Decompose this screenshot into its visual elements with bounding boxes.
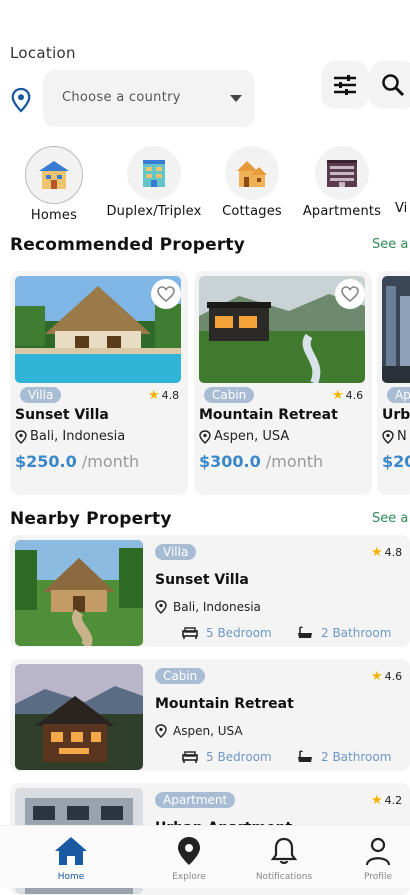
- location-pin-icon: [15, 429, 27, 444]
- rating: ★ 4.2: [371, 793, 403, 808]
- property-image: [382, 276, 410, 383]
- location-label: Location: [10, 44, 76, 62]
- heart-icon: [157, 286, 175, 302]
- bathtub-icon: [298, 750, 312, 762]
- category-label: Duplex/Triplex: [106, 204, 202, 219]
- recommended-card[interactable]: Ap Urb N $20: [377, 271, 410, 495]
- star-icon: ★: [371, 669, 383, 684]
- nearby-see-all-link[interactable]: See a: [372, 511, 408, 526]
- property-location: Aspen, USA: [199, 429, 289, 444]
- property-image: [15, 664, 143, 770]
- property-location: N: [382, 429, 407, 444]
- favorite-button[interactable]: [151, 279, 181, 309]
- nearby-card[interactable]: Villa ★ 4.8 Sunset Villa Bali, Indonesia …: [10, 535, 410, 647]
- property-location: Bali, Indonesia: [15, 429, 125, 444]
- star-icon: ★: [332, 388, 344, 403]
- location-pin-icon: [382, 429, 394, 444]
- nav-explore[interactable]: Explore: [154, 836, 224, 882]
- search-icon: [382, 74, 405, 97]
- property-image: [15, 540, 143, 646]
- category-cottages[interactable]: Cottages: [202, 146, 302, 222]
- person-icon: [365, 837, 391, 866]
- building-icon: [143, 160, 165, 187]
- category-apartments[interactable]: Apartments: [292, 146, 392, 222]
- star-icon: ★: [371, 545, 383, 560]
- apartment-icon: [327, 160, 357, 187]
- favorite-button[interactable]: [335, 279, 365, 309]
- house-icon: [39, 161, 69, 189]
- category-label-partial[interactable]: Vi: [395, 201, 407, 216]
- nav-label: Notifications: [255, 872, 313, 882]
- nav-profile[interactable]: Profile: [343, 836, 410, 882]
- property-location: Bali, Indonesia: [155, 600, 261, 614]
- property-name: Urb: [382, 407, 410, 423]
- recommended-card[interactable]: Villa ★ 4.8 Sunset Villa Bali, Indonesia …: [10, 271, 188, 495]
- star-icon: ★: [148, 388, 160, 403]
- nav-label: Home: [57, 872, 85, 882]
- property-type-tag: Cabin: [204, 387, 255, 403]
- bedroom-count: 5 Bedroom: [182, 750, 272, 764]
- recommended-see-all-link[interactable]: See a: [372, 237, 408, 252]
- category-homes[interactable]: Homes: [4, 146, 104, 223]
- property-name: Mountain Retreat: [199, 407, 338, 423]
- property-type-tag: Cabin: [155, 668, 206, 684]
- sliders-icon: [334, 75, 356, 95]
- bell-icon: [270, 837, 298, 864]
- property-price: $20: [382, 452, 410, 471]
- nav-home[interactable]: Home: [36, 836, 106, 882]
- property-name: Mountain Retreat: [155, 696, 294, 712]
- rating: ★ 4.8: [148, 388, 180, 403]
- property-type-tag: Villa: [155, 544, 197, 560]
- bed-icon: [182, 627, 198, 639]
- rating: ★ 4.8: [371, 545, 403, 560]
- bedroom-count: 5 Bedroom: [182, 626, 272, 640]
- property-name: Sunset Villa: [15, 407, 109, 423]
- property-price: $300.0 /month: [199, 452, 324, 471]
- property-location: Aspen, USA: [155, 724, 243, 738]
- nav-notifications[interactable]: Notifications: [249, 836, 319, 882]
- property-type-tag: Villa: [20, 387, 62, 403]
- filter-button[interactable]: [321, 61, 369, 109]
- heart-icon: [341, 286, 359, 302]
- nearby-card[interactable]: Cabin ★ 4.6 Mountain Retreat Aspen, USA 5…: [10, 659, 410, 771]
- property-type-tag: Apartment: [155, 792, 236, 808]
- home-icon: [55, 837, 87, 865]
- property-price: $250.0 /month: [15, 452, 140, 471]
- property-type-tag: Ap: [387, 387, 410, 403]
- chevron-down-icon[interactable]: [230, 95, 242, 102]
- bathtub-icon: [298, 626, 312, 638]
- cottage-icon: [237, 161, 267, 187]
- star-icon: ★: [371, 793, 383, 808]
- category-duplex[interactable]: Duplex/Triplex: [104, 146, 204, 222]
- nearby-title: Nearby Property: [10, 509, 172, 529]
- recommended-card[interactable]: Cabin ★ 4.6 Mountain Retreat Aspen, USA $…: [194, 271, 372, 495]
- country-select-placeholder: Choose a country: [62, 90, 181, 105]
- rating: ★ 4.6: [332, 388, 364, 403]
- category-label: Apartments: [302, 204, 382, 219]
- category-label: Homes: [30, 208, 78, 223]
- property-name: Sunset Villa: [155, 572, 249, 588]
- map-pin-icon: [178, 837, 200, 865]
- rating: ★ 4.6: [371, 669, 403, 684]
- nav-label: Profile: [364, 872, 392, 882]
- bottom-navigation: Home Explore Notifications Profile: [0, 825, 410, 888]
- bathroom-count: 2 Bathroom: [297, 750, 391, 764]
- bed-icon: [182, 751, 198, 763]
- bathroom-count: 2 Bathroom: [297, 626, 391, 640]
- location-pin-icon: [199, 429, 211, 444]
- location-pin-icon: [11, 87, 31, 113]
- recommended-title: Recommended Property: [10, 235, 246, 255]
- location-pin-icon: [155, 600, 167, 614]
- category-label: Cottages: [222, 204, 282, 219]
- search-button[interactable]: [369, 61, 410, 109]
- location-pin-icon: [155, 724, 167, 738]
- nav-label: Explore: [172, 872, 206, 882]
